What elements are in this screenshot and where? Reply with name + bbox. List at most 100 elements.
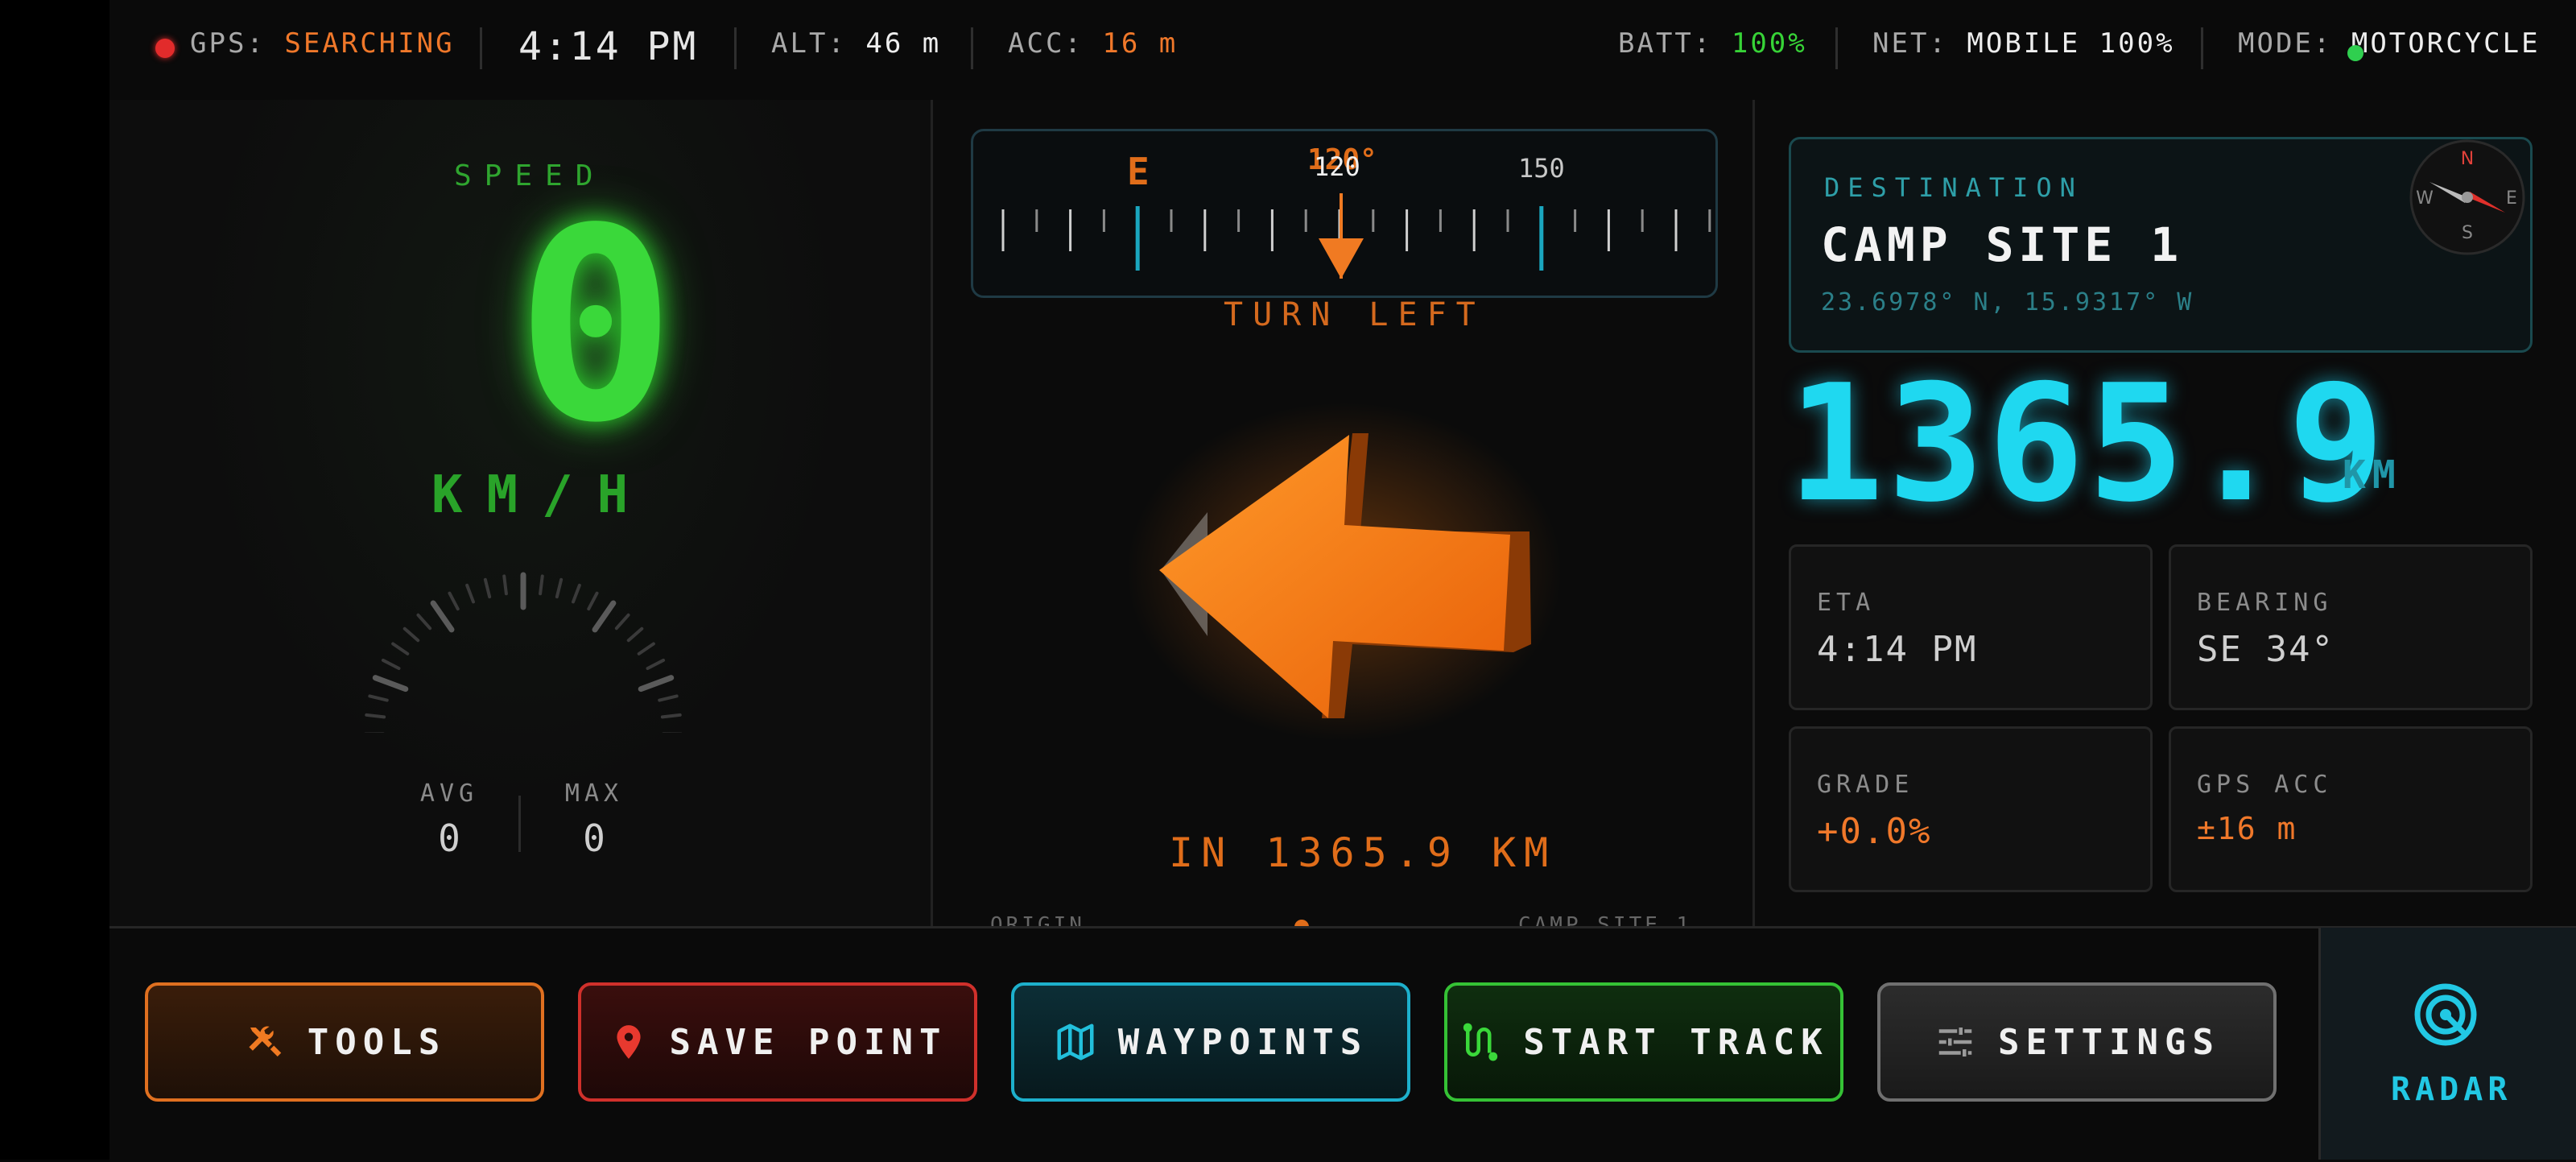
gauge-tick bbox=[587, 591, 599, 611]
eta-label: ETA bbox=[1817, 589, 1876, 617]
gauge-tick bbox=[448, 591, 460, 611]
distance-instruction: IN 1365.9 KM bbox=[1169, 829, 1557, 876]
avg-speed-value: 0 bbox=[438, 817, 460, 860]
status-divider bbox=[971, 27, 973, 69]
grade-value: +0.0% bbox=[1817, 811, 1932, 852]
heading-tick-right: 150 bbox=[1518, 153, 1565, 184]
grade-label: GRADE bbox=[1817, 771, 1914, 799]
turn-instruction: TURN LEFT bbox=[1224, 296, 1485, 333]
gauge-tick bbox=[660, 713, 682, 719]
gauge-tick bbox=[539, 574, 544, 596]
speed-unit: KM/H bbox=[431, 465, 653, 525]
radar-icon bbox=[2414, 983, 2477, 1046]
gps-acc-tile: GPS ACC ±16 m bbox=[2169, 726, 2533, 892]
mode-indicator-dot bbox=[2347, 45, 2363, 61]
gauge-tick bbox=[430, 600, 455, 633]
destination-name: CAMP SITE 1 bbox=[1821, 217, 2184, 272]
mode-label: MODE: bbox=[2238, 27, 2333, 60]
batt-label: BATT: bbox=[1618, 27, 1713, 60]
map-icon bbox=[1057, 1023, 1094, 1061]
location-pin-icon bbox=[616, 1025, 641, 1059]
gauge-tick bbox=[391, 642, 410, 655]
tools-icon bbox=[249, 1026, 282, 1057]
heading-tick-center: 120 bbox=[1314, 151, 1360, 182]
sliders-icon bbox=[1938, 1028, 1972, 1057]
compass-n: N bbox=[2461, 149, 2474, 169]
network: NET: MOBILE 100% bbox=[1872, 27, 2175, 60]
gauge-tick bbox=[555, 577, 564, 599]
destination-distance-unit: KM bbox=[2343, 453, 2402, 498]
gps-acc-value: ±16 m bbox=[2197, 811, 2297, 846]
max-speed-label: MAX bbox=[564, 779, 624, 808]
avg-speed-label: AVG bbox=[419, 779, 479, 808]
gps-status: GPS: SEARCHING bbox=[190, 27, 455, 60]
gps-status-dot bbox=[155, 39, 175, 58]
save-point-label: SAVE POINT bbox=[669, 1021, 947, 1063]
tools-button[interactable]: TOOLS bbox=[145, 982, 544, 1102]
speed-value: 0 bbox=[515, 172, 676, 481]
eta-tile: ETA 4:14 PM bbox=[1789, 544, 2153, 710]
gauge-tick bbox=[365, 713, 386, 719]
gauge-tick bbox=[637, 642, 655, 655]
net-label: NET: bbox=[1872, 27, 1948, 60]
gps-value: SEARCHING bbox=[284, 27, 455, 60]
gauge-tick bbox=[572, 583, 581, 604]
destination-distance: 1365.9 bbox=[1787, 350, 2388, 538]
bearing-label: BEARING bbox=[2197, 589, 2333, 617]
gauge-tick bbox=[372, 675, 409, 693]
max-speed-value: 0 bbox=[583, 817, 605, 860]
gauge-tick bbox=[381, 658, 401, 671]
gps-label: GPS: bbox=[190, 27, 266, 60]
altitude: ALT: 46 m bbox=[771, 27, 941, 60]
left-edge-bar bbox=[0, 0, 109, 1160]
gauge-tick bbox=[483, 577, 492, 599]
grade-tile: GRADE +0.0% bbox=[1789, 726, 2153, 892]
gauge-tick bbox=[402, 626, 420, 643]
save-point-button[interactable]: SAVE POINT bbox=[578, 982, 977, 1102]
start-track-label: START TRACK bbox=[1523, 1021, 1829, 1063]
battery: BATT: 100% bbox=[1618, 27, 1807, 60]
gps-acc-label: GPS ACC bbox=[2197, 771, 2333, 799]
alt-value: 46 m bbox=[865, 27, 942, 60]
bearing-tile: BEARING SE 34° bbox=[2169, 544, 2533, 710]
compass-w: W bbox=[2416, 188, 2434, 209]
alt-label: ALT: bbox=[771, 27, 847, 60]
settings-label: SETTINGS bbox=[1998, 1021, 2220, 1063]
compass-rose-icon: N E S W bbox=[2409, 139, 2525, 255]
acc-label: ACC: bbox=[1008, 27, 1084, 60]
gauge-tick bbox=[416, 613, 432, 631]
waypoints-label: WAYPOINTS bbox=[1117, 1021, 1368, 1063]
gauge-tick bbox=[626, 626, 644, 643]
gauge-tick bbox=[658, 694, 679, 702]
heading-cardinal: E bbox=[1127, 150, 1150, 193]
settings-button[interactable]: SETTINGS bbox=[1877, 982, 2277, 1102]
acc-value: 16 m bbox=[1102, 27, 1179, 60]
radar-label: RADAR bbox=[2391, 1071, 2512, 1108]
gauge-tick bbox=[614, 613, 630, 631]
turn-left-arrow-icon bbox=[1127, 403, 1562, 741]
bearing-value: SE 34° bbox=[2197, 629, 2334, 670]
gauge-tick bbox=[646, 658, 666, 671]
mode-value: MOTORCYCLE bbox=[2351, 27, 2541, 60]
clock-time: 4:14 PM bbox=[518, 24, 699, 69]
gauge-tick bbox=[465, 583, 475, 604]
eta-value: 4:14 PM bbox=[1817, 629, 1978, 670]
start-track-button[interactable]: START TRACK bbox=[1444, 982, 1843, 1102]
compass-e: E bbox=[2506, 188, 2517, 209]
destination-label: DESTINATION bbox=[1824, 172, 2083, 203]
compass-s: S bbox=[2462, 223, 2473, 243]
gauge-tick bbox=[592, 600, 617, 633]
gauge-tick bbox=[368, 694, 389, 702]
mode[interactable]: MODE: MOTORCYCLE bbox=[2238, 27, 2541, 60]
net-value: MOBILE 100% bbox=[1967, 27, 2175, 60]
stats-divider bbox=[518, 796, 521, 852]
tools-label: TOOLS bbox=[307, 1021, 447, 1063]
status-divider bbox=[734, 27, 737, 69]
status-divider bbox=[480, 27, 482, 69]
gauge-tick bbox=[638, 675, 675, 693]
waypoints-button[interactable]: WAYPOINTS bbox=[1011, 982, 1410, 1102]
destination-coords: 23.6978° N, 15.9317° W bbox=[1821, 288, 2194, 316]
gauge-tick bbox=[502, 574, 508, 596]
batt-value: 100% bbox=[1731, 27, 1807, 60]
accuracy: ACC: 16 m bbox=[1008, 27, 1178, 60]
